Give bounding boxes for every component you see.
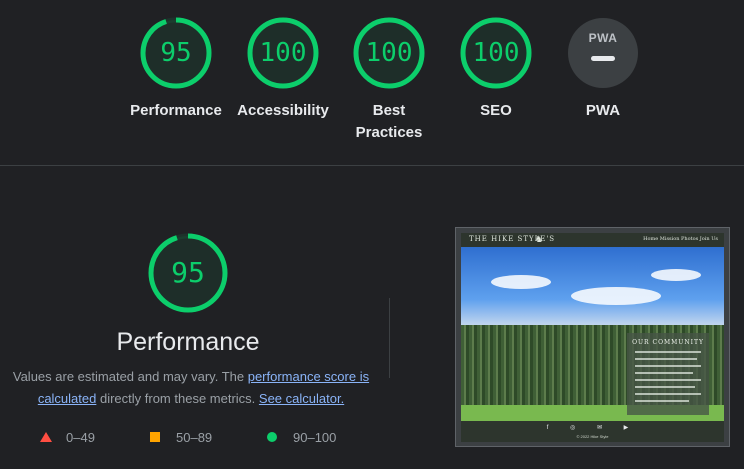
text-line (635, 365, 701, 367)
pwa-dash-icon (591, 56, 615, 61)
gauge-performance[interactable]: 95 Performance (121, 16, 231, 122)
performance-score: 95 (171, 256, 205, 289)
gauge-best-practices[interactable]: 100 Best Practices (334, 16, 444, 144)
text-line (635, 351, 701, 353)
final-screenshot-thumbnail[interactable]: THE HIKE STYLE'S ♞ Home Mission Photos J… (455, 227, 730, 447)
gauge-label: Performance (130, 102, 222, 119)
gauge-ring: 100 (246, 16, 320, 90)
thumbnail-nav-links: Home Mission Photos Join Us (643, 236, 718, 242)
gauge-ring: 100 (352, 16, 426, 90)
performance-title: Performance (116, 328, 260, 356)
text-line (635, 372, 693, 374)
legend-range: 90–100 (293, 430, 337, 445)
text-line (635, 379, 701, 381)
gauge-score: 100 (259, 38, 307, 68)
gauge-label: SEO (480, 102, 512, 119)
description-text: Values are estimated and may vary. The (12, 369, 248, 384)
category-gauges: 95 Performance 100 Accessibility 100 Bes… (0, 0, 744, 166)
gauge-score: 100 (472, 38, 520, 68)
cloud-shape (571, 287, 661, 305)
circle-icon (267, 432, 277, 442)
hiker-logo-icon: ♞ (535, 234, 544, 244)
thumbnail-navbar: THE HIKE STYLE'S ♞ Home Mission Photos J… (461, 233, 724, 247)
triangle-icon (40, 432, 52, 442)
thumbnail-card-title: OUR COMMUNITY (632, 339, 704, 346)
gauge-accessibility[interactable]: 100 Accessibility (228, 16, 338, 122)
cloud-shape (651, 269, 701, 281)
text-line (635, 393, 701, 395)
gauge-seo[interactable]: 100 SEO (441, 16, 551, 122)
text-line (635, 358, 697, 360)
thumbnail-footer: f ◎ ✉ ▶ © 2022 Hike Style (461, 421, 724, 442)
legend-range: 0–49 (66, 430, 95, 445)
square-icon (150, 432, 160, 442)
text-line (635, 386, 695, 388)
see-calculator-link[interactable]: See calculator. (259, 391, 344, 406)
gauge-label: PWA (585, 102, 621, 119)
legend-range: 50–89 (176, 430, 213, 445)
gauge-label: Best Practices (334, 100, 444, 144)
cloud-shape (491, 275, 551, 289)
gauge-score: 100 (365, 38, 413, 68)
text-line (635, 400, 689, 402)
thumbnail-community-card: OUR COMMUNITY (627, 333, 709, 415)
social-icons: f ◎ ✉ ▶ (546, 425, 639, 431)
thumbnail-hero-image: OUR COMMUNITY (461, 247, 724, 421)
gauge-ring: 100 (459, 16, 533, 90)
performance-description: Values are estimated and may vary. The p… (6, 366, 376, 410)
gauge-score: 95 (160, 38, 192, 68)
gauge-label-line: Best (372, 102, 406, 119)
description-text: directly from these metrics. (96, 391, 259, 406)
gauge-ring: 95 (139, 16, 213, 90)
pwa-badge-text: PWA (588, 31, 618, 45)
thumbnail-copyright: © 2022 Hike Style (576, 434, 609, 439)
gauge-label: Accessibility (237, 102, 329, 119)
gauge-label-line: Practices (355, 124, 423, 141)
vertical-divider (389, 298, 390, 378)
pwa-badge-icon: PWA (568, 18, 638, 88)
performance-gauge: 95 (147, 232, 229, 314)
gauge-pwa[interactable]: PWA PWA (548, 16, 658, 122)
